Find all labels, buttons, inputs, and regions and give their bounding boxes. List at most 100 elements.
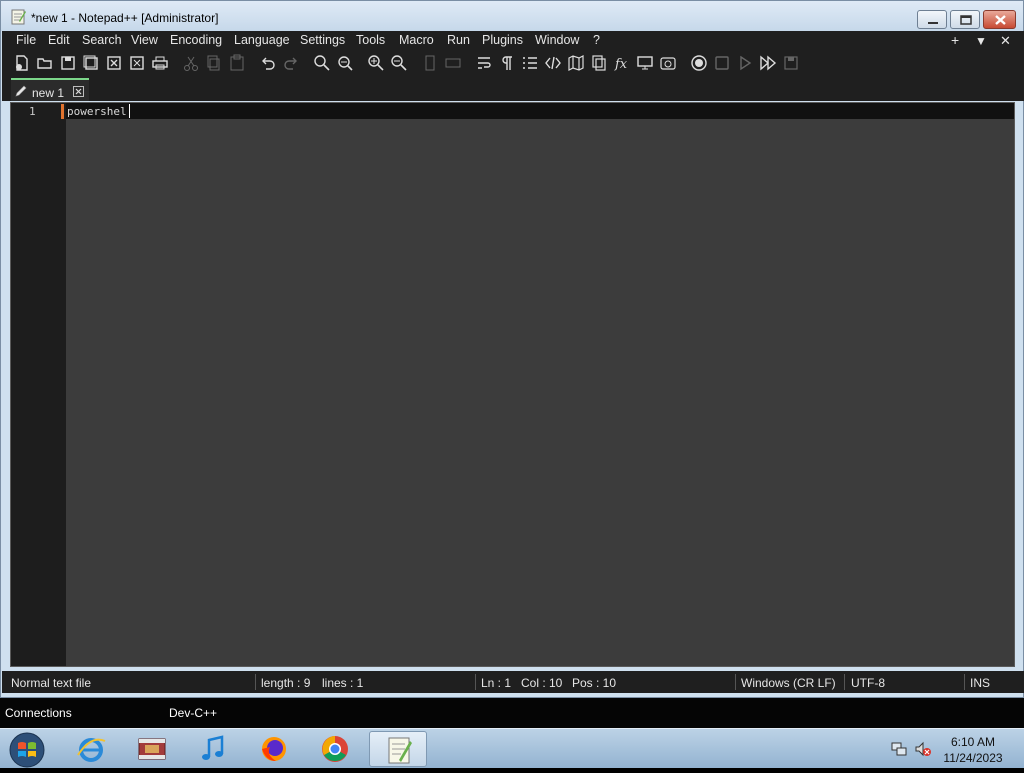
clock-time: 6:10 AM [950,735,996,749]
play-macro-button[interactable] [736,54,754,72]
indent-guide-icon [523,57,537,69]
stop-macro-button[interactable] [713,54,731,72]
tab-label: new 1 [32,86,65,100]
status-eol-format[interactable]: Windows (CR LF) [741,676,836,690]
start-button[interactable] [7,730,47,768]
record-macro-button[interactable] [690,54,708,72]
close-button[interactable] [983,10,1016,29]
taskbar-notepadpp[interactable] [369,731,427,767]
status-encoding[interactable]: UTF-8 [851,676,885,690]
menu-search[interactable]: Search [82,33,122,47]
document-map-button[interactable] [567,54,585,72]
new-tab-plus-button[interactable]: + [951,32,959,48]
word-wrap-button[interactable] [475,54,493,72]
menu-encoding[interactable]: Encoding [170,33,222,47]
status-position: Pos : 10 [572,676,617,690]
zoom-out-button[interactable] [390,54,408,72]
menu-tools[interactable]: Tools [356,33,385,47]
menu-file[interactable]: File [16,33,36,47]
taskbar-chrome[interactable] [306,731,364,767]
taskbar-internet-explorer[interactable] [62,731,120,767]
replace-icon [338,56,353,71]
close-all-button[interactable] [128,54,146,72]
line-number: 1 [29,105,36,118]
line-number-gutter: 1 [11,103,66,666]
status-divider [964,674,965,690]
print-button[interactable] [151,54,169,72]
taskbar-media-app[interactable] [123,731,181,767]
cut-button[interactable] [182,54,200,72]
sync-vertical-button[interactable] [421,54,439,72]
save-macro-icon [784,56,798,70]
document-list-button[interactable] [590,54,608,72]
close-file-button[interactable] [105,54,123,72]
redo-icon [284,57,297,70]
code-tag-icon [545,56,561,70]
menu-window[interactable]: Window [535,33,579,47]
menu-help[interactable]: ? [593,33,600,47]
monitoring-button[interactable] [659,54,677,72]
status-column: Col : 10 [521,676,563,690]
show-all-chars-button[interactable] [498,54,516,72]
minimize-icon [928,22,938,24]
save-button[interactable] [59,54,77,72]
maximize-button[interactable] [950,10,980,29]
zoom-in-button[interactable] [367,54,385,72]
copy-button[interactable] [205,54,223,72]
open-file-button[interactable] [36,54,54,72]
network-icon[interactable] [890,740,908,758]
undo-button[interactable] [259,54,277,72]
taskbar-firefox[interactable] [245,731,303,767]
indent-guide-button[interactable] [521,54,539,72]
notepadpp-window: *new 1 - Notepad++ [Administrator] File … [0,0,1024,698]
tab-new-1[interactable]: new 1 [11,78,89,101]
music-note-icon [202,735,224,760]
save-macro-button[interactable] [782,54,800,72]
run-macro-multiple-button[interactable] [759,54,777,72]
status-divider [844,674,845,690]
xml-tag-button[interactable] [544,54,562,72]
pinned-connections[interactable]: Connections [5,706,72,720]
status-file-type: Normal text file [11,676,92,690]
menu-view[interactable]: View [131,33,158,47]
map-icon [568,55,584,71]
taskbar-music-app[interactable] [184,731,242,767]
unsaved-pencil-icon [15,85,27,97]
status-divider [255,674,256,690]
redo-button[interactable] [282,54,300,72]
tab-close-button[interactable] [73,86,84,97]
status-lines: lines : 1 [322,676,364,690]
status-divider [735,674,736,690]
save-all-button[interactable] [82,54,100,72]
menu-plugins[interactable]: Plugins [482,33,523,47]
new-file-button[interactable] [13,54,31,72]
menu-run[interactable]: Run [447,33,470,47]
close-all-icon [130,56,144,70]
zoom-out-icon [391,55,407,71]
function-list-button[interactable]: fx [613,54,631,72]
document-list-icon [592,55,606,71]
minimize-button[interactable] [917,10,947,29]
system-clock[interactable]: 6:10 AM 11/24/2023 [938,734,1008,766]
close-file-icon [107,56,121,70]
menu-language[interactable]: Language [234,33,290,47]
volume-muted-icon[interactable] [914,740,932,758]
menu-edit[interactable]: Edit [48,33,70,47]
pinned-dev-cpp[interactable]: Dev-C++ [169,706,217,720]
text-editor[interactable]: 1 powershel [10,102,1015,667]
menu-macro[interactable]: Macro [399,33,434,47]
find-button[interactable] [313,54,331,72]
editor-line-text[interactable]: powershel [67,105,127,118]
tab-list-dropdown-button[interactable]: ▼ [975,34,987,48]
fast-forward-icon [760,55,777,71]
folder-as-workspace-button[interactable] [636,54,654,72]
title-bar[interactable]: *new 1 - Notepad++ [Administrator] [1,1,1023,31]
save-icon [61,56,75,70]
menu-settings[interactable]: Settings [300,33,345,47]
replace-button[interactable] [336,54,354,72]
close-doc-button[interactable]: ✕ [1000,33,1011,49]
sync-horizontal-button[interactable] [444,54,462,72]
close-icon [995,15,1006,25]
paste-button[interactable] [228,54,246,72]
status-insert-mode[interactable]: INS [970,676,990,690]
